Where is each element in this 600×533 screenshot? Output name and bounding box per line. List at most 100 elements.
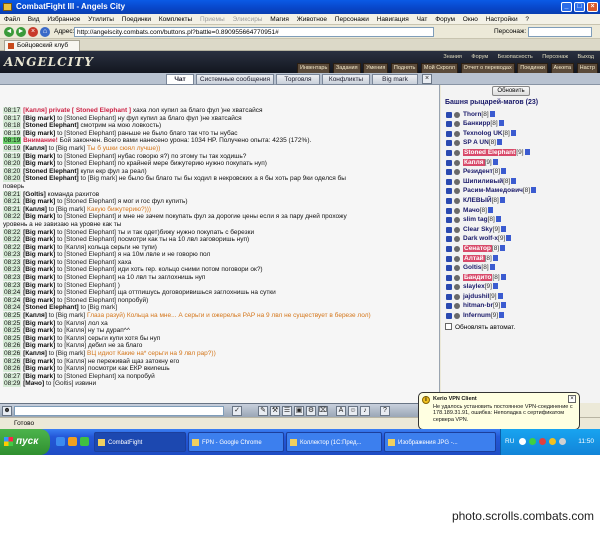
tools-icon[interactable]: ⚒ [270, 406, 280, 416]
player-name[interactable]: jajdushil [463, 293, 489, 300]
message-time[interactable]: 08:22 [3, 236, 22, 244]
message-recipient[interactable]: to [Big mark] [49, 206, 85, 213]
translit-icon[interactable]: A [336, 406, 346, 416]
message-sender[interactable]: [Big mark] [23, 266, 55, 273]
private-chat-icon[interactable] [446, 197, 452, 204]
message-sender[interactable]: [Big mark] [23, 251, 55, 258]
player-row[interactable]: SP A UN[8] [445, 138, 598, 148]
message-time[interactable]: 08:24 [3, 296, 22, 304]
message-time[interactable]: 08:24 [3, 304, 22, 312]
menu-item[interactable]: Комплекты [159, 16, 192, 23]
language-indicator[interactable]: RU [505, 429, 514, 455]
message-recipient[interactable]: to [Goltis] [46, 380, 73, 387]
message-sender[interactable]: [Big mark] [23, 244, 55, 251]
player-name[interactable]: slaylex [463, 283, 485, 290]
refresh-button[interactable]: Обновить [492, 86, 530, 96]
task-1c[interactable]: Коллектор (1С:Пред... [286, 432, 382, 452]
auto-refresh-checkbox[interactable]: Обновлять автомат. [445, 323, 515, 333]
person-input[interactable] [528, 27, 592, 37]
close-balloon-icon[interactable]: × [568, 395, 576, 403]
private-chat-icon[interactable] [446, 255, 452, 262]
volume-icon[interactable] [549, 438, 556, 445]
tray-icon[interactable] [559, 438, 566, 445]
info-icon[interactable] [489, 264, 495, 271]
message-sender[interactable]: [Big mark] [23, 153, 55, 160]
info-icon[interactable] [497, 292, 503, 299]
private-chat-icon[interactable] [446, 207, 452, 214]
message-sender[interactable]: [Big mark] [23, 213, 55, 220]
menu-item[interactable]: Форум [435, 16, 455, 23]
message-recipient[interactable]: to [Капля] [57, 244, 86, 251]
info-icon[interactable] [489, 110, 495, 117]
message-recipient[interactable]: to [Stoned Elephant] [57, 282, 116, 289]
message-sender[interactable]: [Big mark] [23, 274, 55, 281]
message-time[interactable]: 08:27 [3, 372, 22, 380]
player-name[interactable]: Капля [463, 158, 485, 166]
message-time[interactable]: 08:20 [3, 160, 22, 168]
message-sender[interactable]: [Капля] [23, 350, 47, 357]
stop-icon[interactable]: × [28, 27, 38, 37]
message-sender[interactable]: [Капля] [23, 107, 47, 114]
player-row[interactable]: Бандито[8] [445, 273, 598, 283]
start-button[interactable]: пуск [0, 429, 50, 455]
tab-chat[interactable]: Чат [166, 74, 194, 85]
message-sender[interactable]: [Stoned Elephant] [23, 304, 79, 311]
message-recipient[interactable]: to [Капля] [57, 320, 86, 327]
message-sender[interactable]: [Stoned Elephant] [23, 168, 79, 175]
tab-conflicts[interactable]: Конфликты [322, 74, 370, 85]
message-time[interactable]: 08:25 [3, 334, 22, 342]
tab-private-big-mark[interactable]: Big mark [372, 74, 418, 85]
menu-item[interactable]: Чат [417, 16, 428, 23]
player-row[interactable]: slim tag[8] [445, 215, 598, 225]
menu-item[interactable]: Вид [28, 16, 40, 23]
message-time[interactable]: 08:20 [3, 175, 22, 183]
message-time[interactable]: 08:19 [3, 152, 22, 160]
message-sender[interactable]: [Big mark] [23, 373, 55, 380]
clear-icon[interactable]: ⌧ [318, 406, 328, 416]
close-tab-icon[interactable]: × [422, 74, 432, 84]
player-row[interactable]: Сенатор[8] [445, 244, 598, 254]
player-row[interactable]: Расим-Мамедович[8] [445, 186, 598, 196]
vpn-icon[interactable] [539, 438, 546, 445]
message-recipient[interactable]: to [Stoned Elephant] [57, 160, 116, 167]
info-icon[interactable] [500, 225, 506, 232]
private-chat-icon[interactable] [446, 274, 452, 281]
player-row[interactable]: slaylex[9] [445, 282, 598, 292]
filter-icon[interactable]: ☰ [282, 406, 292, 416]
private-chat-icon[interactable] [446, 226, 452, 233]
info-icon[interactable] [492, 254, 498, 261]
private-chat-icon[interactable] [446, 149, 452, 156]
forward-icon[interactable]: ► [16, 27, 26, 37]
message-recipient[interactable]: to [Stoned Elephant] [57, 274, 116, 281]
ie-icon[interactable] [56, 437, 65, 446]
info-icon[interactable] [492, 158, 498, 165]
message-time[interactable]: 08:20 [3, 167, 22, 175]
player-name[interactable]: Goltis [463, 264, 481, 271]
message-sender[interactable]: [Big mark] [23, 327, 55, 334]
private-chat-icon[interactable] [446, 121, 452, 128]
player-name[interactable]: slim tag [463, 216, 488, 223]
message-time[interactable]: 08:26 [3, 342, 22, 350]
message-sender[interactable]: [Big mark] [23, 198, 55, 205]
message-time[interactable]: 08:22 [3, 243, 22, 251]
help-icon[interactable]: ? [380, 406, 390, 416]
message-time[interactable]: 08:23 [3, 258, 22, 266]
vpn-notification[interactable]: i × Kerio VPN Client Не удалось установи… [418, 392, 580, 430]
home-icon[interactable]: ⌂ [40, 27, 50, 37]
message-recipient[interactable]: to [Stoned Elephant] [57, 153, 116, 160]
message-sender[interactable]: [Мачо] [23, 380, 44, 387]
message-time[interactable]: 08:26 [3, 357, 22, 365]
media-icon[interactable] [80, 437, 89, 446]
person-icon[interactable]: ☻ [2, 406, 12, 416]
save-icon[interactable]: ▣ [294, 406, 304, 416]
message-recipient[interactable]: to [Stoned Elephant] [57, 259, 116, 266]
player-row[interactable]: Алтай[8] [445, 254, 598, 264]
info-icon[interactable] [499, 196, 505, 203]
desktop-icon[interactable] [68, 437, 77, 446]
message-sender[interactable]: [Big mark] [23, 229, 55, 236]
info-icon[interactable] [501, 302, 507, 309]
private-chat-icon[interactable] [446, 130, 452, 137]
player-row[interactable]: Dark wolf-x[9] [445, 234, 598, 244]
close-button[interactable]: × [587, 2, 598, 12]
message-sender[interactable]: [Big mark] [23, 259, 55, 266]
